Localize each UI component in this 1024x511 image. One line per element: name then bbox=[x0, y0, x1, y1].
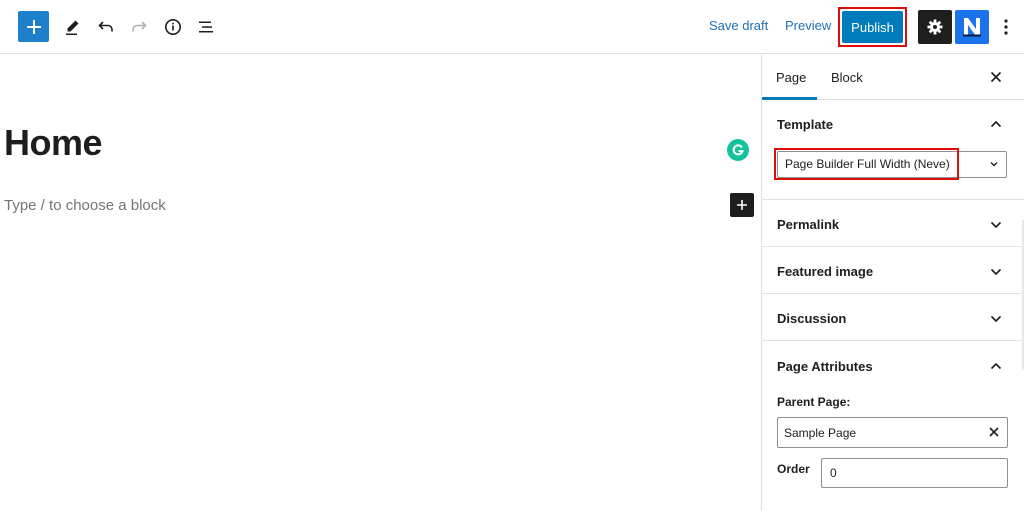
list-view-button[interactable] bbox=[191, 12, 221, 42]
grammarly-button[interactable] bbox=[727, 139, 749, 161]
redo-button[interactable] bbox=[124, 12, 154, 42]
neve-logo-icon bbox=[963, 18, 981, 37]
permalink-panel: Permalink bbox=[762, 200, 1024, 247]
info-icon bbox=[165, 19, 181, 35]
plus-icon bbox=[737, 200, 747, 210]
more-options-button[interactable] bbox=[996, 12, 1016, 42]
chevron-down-icon[interactable] bbox=[988, 217, 1004, 233]
editor-canvas: Home Type / to choose a block bbox=[0, 55, 761, 511]
chevron-up-icon[interactable] bbox=[988, 116, 1004, 132]
chevron-up-icon[interactable] bbox=[988, 358, 1004, 374]
settings-sidebar: Page Block Template Page Builder Full Wi… bbox=[761, 55, 1024, 511]
close-icon bbox=[990, 71, 1002, 83]
pencil-icon bbox=[66, 20, 79, 35]
chevron-down-icon[interactable] bbox=[988, 311, 1004, 327]
vertical-ellipsis-icon bbox=[1004, 19, 1008, 35]
sidebar-tabs: Page Block bbox=[762, 55, 1024, 100]
parent-page-label: Parent Page: bbox=[777, 395, 851, 409]
parent-page-combobox[interactable]: Sample Page bbox=[777, 417, 1008, 448]
details-button[interactable] bbox=[158, 12, 188, 42]
featured-image-panel-title[interactable]: Featured image bbox=[777, 264, 873, 279]
order-label: Order bbox=[777, 462, 810, 476]
settings-button[interactable] bbox=[918, 10, 952, 44]
add-block-button[interactable] bbox=[18, 11, 49, 42]
gear-icon bbox=[927, 19, 943, 35]
neve-options-button[interactable] bbox=[955, 10, 989, 44]
chevron-down-icon bbox=[990, 162, 998, 167]
undo-button[interactable] bbox=[91, 12, 121, 42]
featured-image-panel: Featured image bbox=[762, 247, 1024, 294]
tab-page[interactable]: Page bbox=[776, 70, 806, 85]
inline-add-block-button[interactable] bbox=[730, 193, 754, 217]
chevron-down-icon[interactable] bbox=[988, 264, 1004, 280]
template-panel-title[interactable]: Template bbox=[777, 117, 833, 132]
page-title[interactable]: Home bbox=[4, 122, 103, 164]
clear-icon[interactable] bbox=[987, 425, 1001, 439]
editor-header: Save draft Preview Publish bbox=[0, 0, 1024, 54]
block-placeholder[interactable]: Type / to choose a block bbox=[4, 197, 166, 214]
preview-button[interactable]: Preview bbox=[785, 18, 831, 33]
undo-icon bbox=[98, 21, 113, 32]
grammarly-icon bbox=[732, 144, 744, 156]
plus-icon bbox=[26, 19, 41, 34]
close-sidebar-button[interactable] bbox=[986, 67, 1006, 87]
list-view-icon bbox=[199, 21, 213, 33]
discussion-panel: Discussion bbox=[762, 294, 1024, 341]
order-input[interactable] bbox=[821, 458, 1008, 488]
page-attributes-panel: Page Attributes Parent Page: Sample Page… bbox=[762, 341, 1024, 511]
template-panel: Template Page Builder Full Width (Neve) bbox=[762, 100, 1024, 200]
redo-icon bbox=[132, 21, 147, 32]
tab-block[interactable]: Block bbox=[831, 70, 863, 85]
tools-button[interactable] bbox=[57, 12, 87, 42]
page-attributes-panel-title[interactable]: Page Attributes bbox=[777, 359, 873, 374]
template-highlight bbox=[774, 148, 959, 180]
discussion-panel-title[interactable]: Discussion bbox=[777, 311, 846, 326]
publish-button[interactable]: Publish bbox=[842, 11, 903, 43]
permalink-panel-title[interactable]: Permalink bbox=[777, 217, 839, 232]
parent-page-value: Sample Page bbox=[784, 426, 857, 440]
save-draft-button[interactable]: Save draft bbox=[709, 18, 768, 33]
